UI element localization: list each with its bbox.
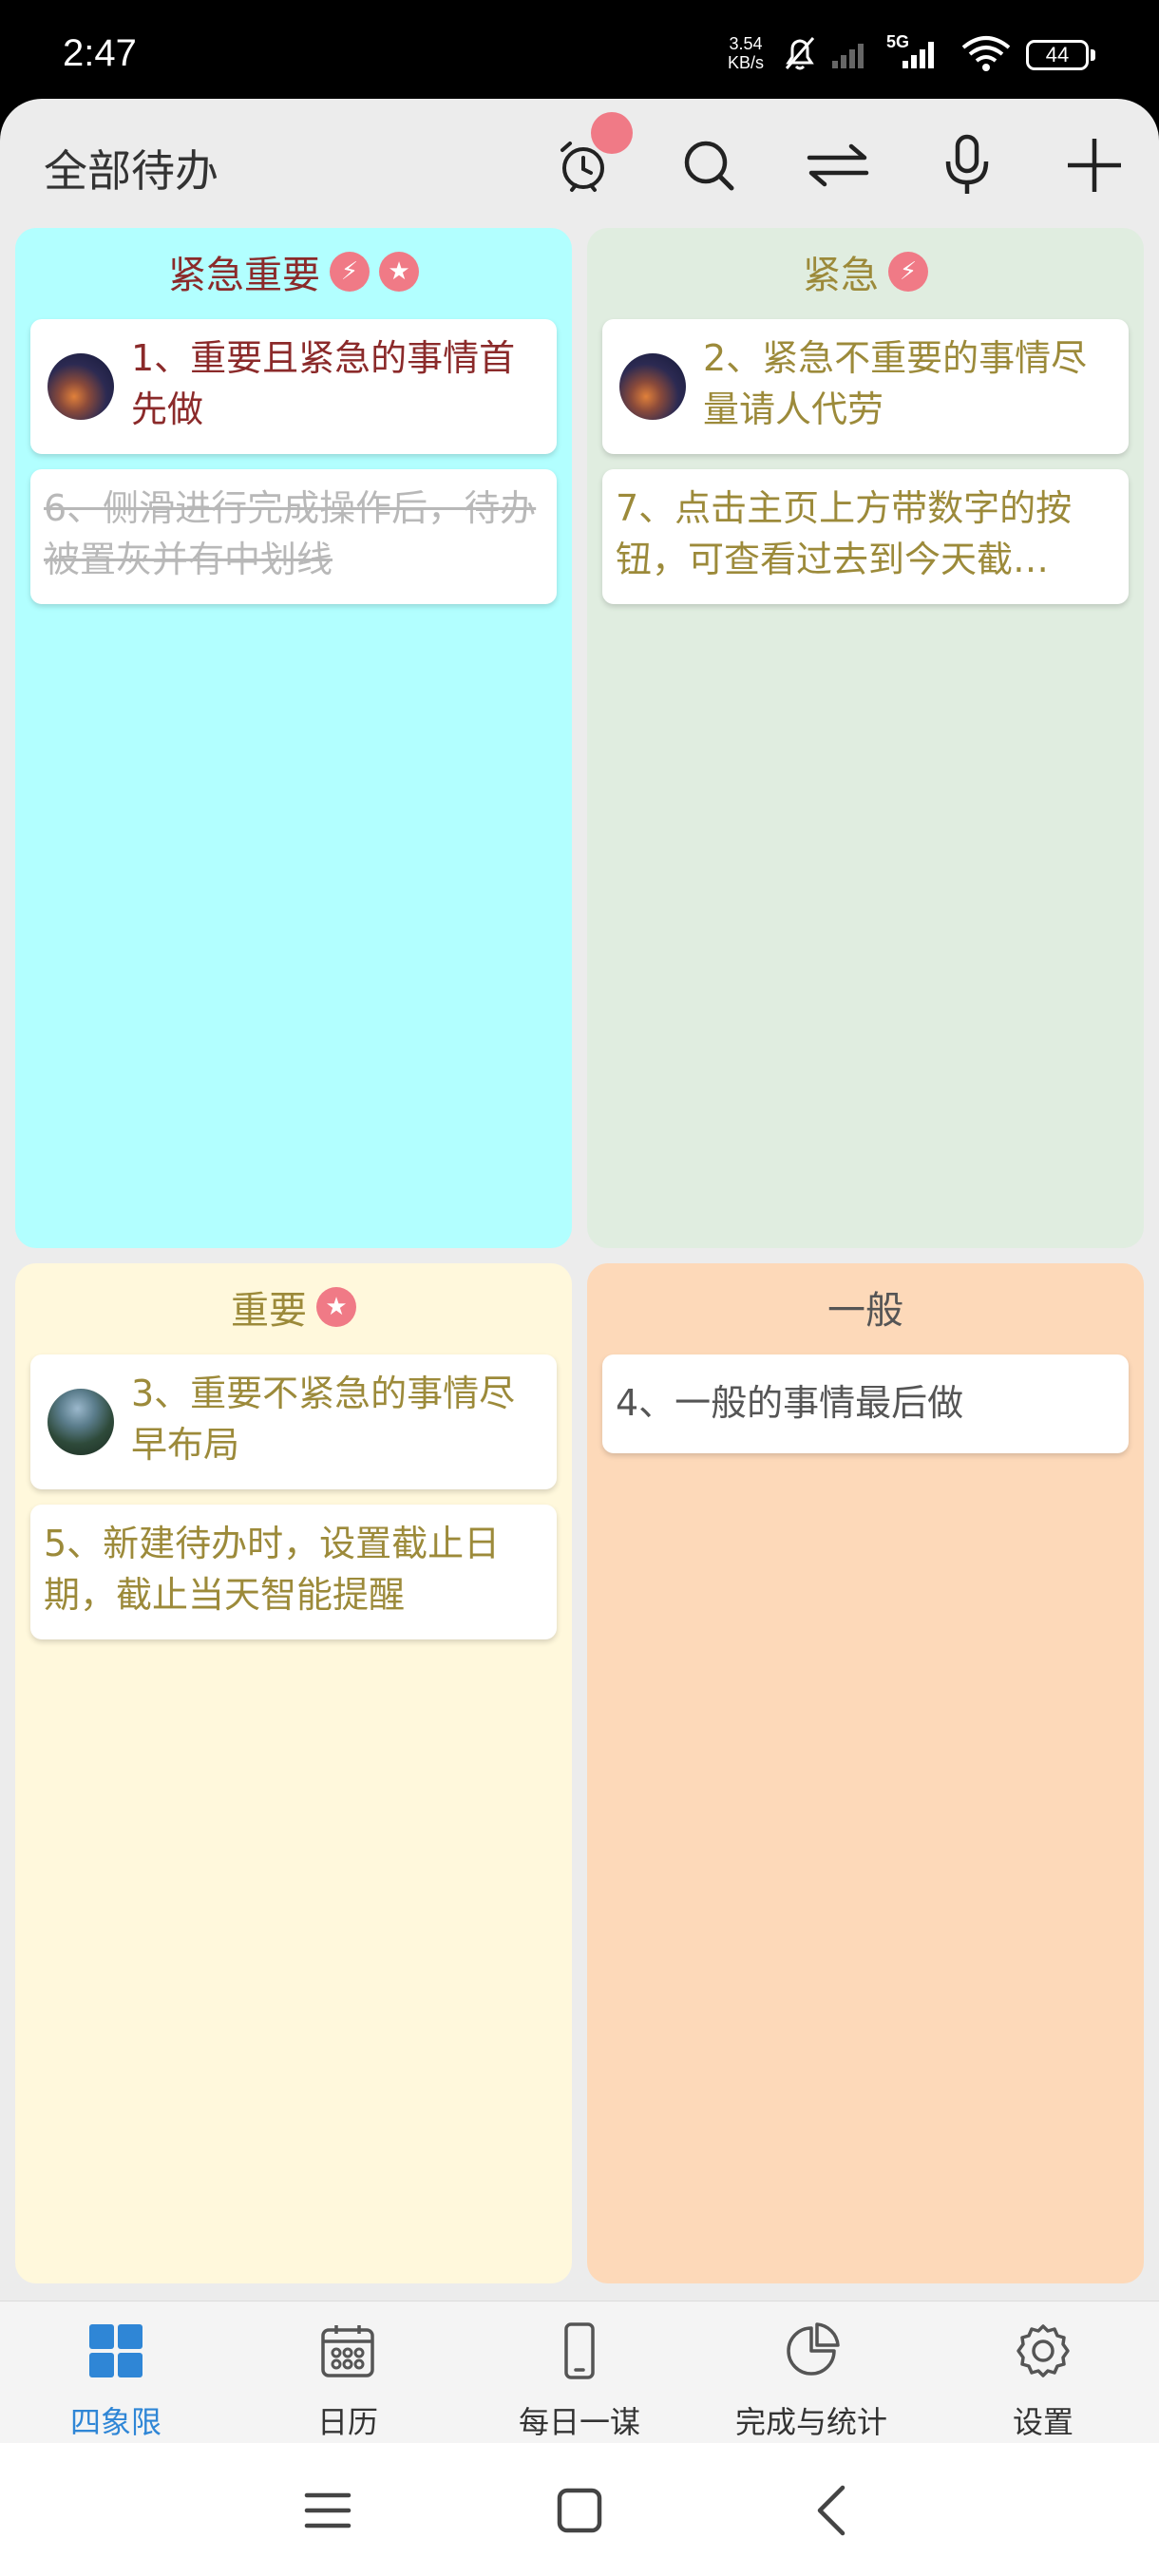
mute-bell-icon bbox=[785, 37, 815, 70]
quadrant-title: 紧急重要 bbox=[168, 254, 320, 297]
nav-label: 设置 bbox=[1012, 2404, 1074, 2440]
swap-button[interactable] bbox=[800, 127, 876, 203]
back-button[interactable] bbox=[798, 2477, 864, 2544]
todo-card[interactable]: 2、紧急不重要的事情尽量请人代劳 bbox=[602, 319, 1129, 454]
app-bar: 全部待办 bbox=[0, 99, 1159, 222]
quadrant-title: 重要 bbox=[231, 1289, 307, 1333]
battery-tip bbox=[1091, 49, 1095, 61]
wifi-icon bbox=[961, 36, 1011, 71]
nav-label: 完成与统计 bbox=[734, 2404, 887, 2440]
plus-icon bbox=[1068, 139, 1121, 192]
todo-card[interactable]: 3、重要不紧急的事情尽早布局 bbox=[30, 1354, 557, 1489]
quadrant-important[interactable]: 重要 ★ 3、重要不紧急的事情尽早布局 5、新建待办时，设置截止日期，截止当天智… bbox=[15, 1263, 572, 2283]
quadrant-header: 一般 bbox=[587, 1280, 1144, 1334]
bottom-navigation: 四象限 日历 每日一谋 完成与统计 设置 bbox=[0, 2301, 1159, 2443]
todo-text: 5、新建待办时，设置截止日期，截止当天智能提醒 bbox=[44, 1523, 501, 1616]
nav-label: 四象限 bbox=[69, 2404, 162, 2440]
page-title: 全部待办 bbox=[44, 145, 218, 197]
battery-icon: 44 bbox=[1026, 40, 1089, 70]
add-todo-button[interactable] bbox=[1056, 127, 1132, 203]
menu-icon bbox=[304, 2492, 352, 2529]
notification-dot bbox=[591, 112, 633, 154]
quadrant-title: 紧急 bbox=[803, 254, 879, 297]
phone-icon bbox=[564, 2322, 595, 2379]
star-badge-icon: ★ bbox=[316, 1287, 356, 1327]
quadrant-title: 一般 bbox=[827, 1289, 903, 1333]
home-icon bbox=[557, 2488, 602, 2533]
avatar bbox=[48, 1389, 114, 1455]
home-button[interactable] bbox=[546, 2477, 613, 2544]
network-speed: 3.54 KB/s bbox=[728, 34, 764, 72]
quadrant-general[interactable]: 一般 4、一般的事情最后做 bbox=[587, 1263, 1144, 2283]
search-button[interactable] bbox=[671, 127, 747, 203]
quadrant-header: 重要 ★ bbox=[15, 1280, 572, 1334]
nav-label: 日历 bbox=[316, 2404, 378, 2440]
system-navigation bbox=[0, 2443, 1159, 2576]
recent-apps-button[interactable] bbox=[294, 2477, 361, 2544]
status-bar: 2:47 3.54 KB/s 5G 44 bbox=[0, 0, 1159, 99]
todo-text: 7、点击主页上方带数字的按钮，可查看过去到今天截… bbox=[616, 487, 1073, 580]
todo-card[interactable]: 5、新建待办时，设置截止日期，截止当天智能提醒 bbox=[30, 1505, 557, 1639]
quadrant-urgent-important[interactable]: 紧急重要 ⚡ ★ 1、重要且紧急的事情首先做 6、侧滑进行完成操作后，待办被置灰… bbox=[15, 228, 572, 1248]
nav-tab-calendar[interactable]: 日历 bbox=[232, 2301, 464, 2443]
quadrant-header: 紧急重要 ⚡ ★ bbox=[15, 245, 572, 298]
nav-tab-statistics[interactable]: 完成与统计 bbox=[695, 2301, 927, 2443]
todo-card[interactable]: 7、点击主页上方带数字的按钮，可查看过去到今天截… bbox=[602, 469, 1129, 604]
back-icon bbox=[817, 2485, 846, 2536]
network-speed-value: 3.54 bbox=[729, 34, 763, 53]
nav-label: 每日一谋 bbox=[518, 2404, 640, 2440]
lightning-badge-icon: ⚡ bbox=[330, 252, 370, 292]
swap-icon bbox=[807, 143, 869, 187]
quadrant-urgent[interactable]: 紧急 ⚡ 2、紧急不重要的事情尽量请人代劳 7、点击主页上方带数字的按钮，可查看… bbox=[587, 228, 1144, 1248]
nav-tab-quadrants[interactable]: 四象限 bbox=[0, 2301, 232, 2443]
todo-card[interactable]: 1、重要且紧急的事情首先做 bbox=[30, 319, 557, 454]
calendar-icon bbox=[321, 2325, 374, 2377]
lightning-badge-icon: ⚡ bbox=[888, 252, 928, 292]
todo-text: 4、一般的事情最后做 bbox=[616, 1382, 964, 1424]
app-screen: 全部待办 紧急重要 ⚡ ★ 1、重要且紧急的事情首先做 6、侧滑进行完成操作后，… bbox=[0, 99, 1159, 2443]
search-icon bbox=[684, 141, 734, 191]
quadrant-grid-icon bbox=[89, 2324, 142, 2377]
settings-gear-icon bbox=[1016, 2324, 1070, 2377]
pie-chart-icon bbox=[787, 2322, 840, 2376]
quadrant-header: 紧急 ⚡ bbox=[587, 245, 1144, 298]
todo-text: 6、侧滑进行完成操作后，待办被置灰并有中划线 bbox=[44, 487, 537, 580]
network-speed-unit: KB/s bbox=[728, 53, 765, 72]
microphone-icon bbox=[945, 134, 989, 194]
nav-tab-daily-plan[interactable]: 每日一谋 bbox=[464, 2301, 695, 2443]
voice-input-button[interactable] bbox=[929, 127, 1005, 203]
signal-strong-icon bbox=[902, 42, 934, 68]
nav-tab-settings[interactable]: 设置 bbox=[927, 2301, 1159, 2443]
signal-weak-icon bbox=[832, 44, 864, 68]
todo-card-done[interactable]: 6、侧滑进行完成操作后，待办被置灰并有中划线 bbox=[30, 469, 557, 604]
avatar bbox=[619, 353, 686, 420]
status-time: 2:47 bbox=[63, 32, 137, 74]
todo-card[interactable]: 4、一般的事情最后做 bbox=[602, 1354, 1129, 1453]
todo-text: 3、重要不紧急的事情尽早布局 bbox=[131, 1373, 516, 1466]
todo-text: 2、紧急不重要的事情尽量请人代劳 bbox=[703, 337, 1088, 430]
todo-text: 1、重要且紧急的事情首先做 bbox=[131, 337, 516, 430]
battery-level: 44 bbox=[1045, 43, 1070, 66]
star-badge-icon: ★ bbox=[379, 252, 419, 292]
avatar bbox=[48, 353, 114, 420]
